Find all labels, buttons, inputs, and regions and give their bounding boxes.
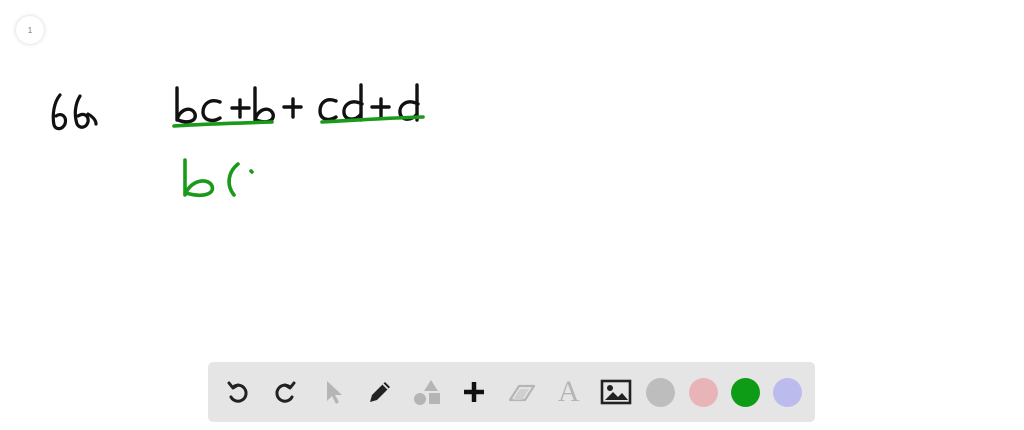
eraser-icon [508,384,535,402]
image-icon [600,379,632,405]
color-swatch-lavender[interactable] [773,377,802,407]
color-swatch-gray[interactable] [646,377,676,407]
undo-button[interactable] [221,375,255,409]
whiteboard-canvas[interactable] [0,0,1024,360]
color-swatch-pink[interactable] [688,377,718,407]
select-tool-button[interactable] [316,375,350,409]
text-tool-button[interactable]: A [552,375,586,409]
problem-number-handwriting [51,93,98,131]
cursor-icon [326,381,342,404]
undo-icon [227,381,248,403]
text-icon: A [557,375,580,408]
plus-icon [464,382,485,402]
drawing-toolbar: A [208,362,815,422]
add-button[interactable] [457,375,491,409]
redo-icon [275,381,296,403]
shapes-tool-button[interactable] [410,375,444,409]
image-tool-button[interactable] [599,375,633,409]
pencil-icon [369,382,390,402]
shapes-icon [414,380,440,405]
pen-tool-button[interactable] [363,375,397,409]
color-swatch-green[interactable] [730,377,760,407]
factoring-step-handwriting [183,158,254,197]
redo-button[interactable] [268,375,302,409]
eraser-tool-button[interactable] [505,375,539,409]
expression-handwriting [175,83,420,124]
